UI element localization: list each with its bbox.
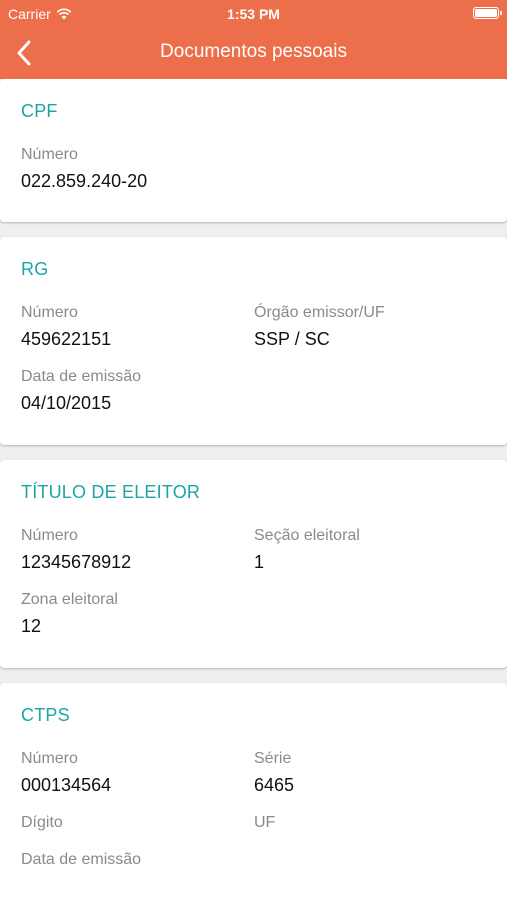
- ctps-number-value: 000134564: [21, 775, 112, 795]
- nav-bar: Documentos pessoais: [0, 28, 507, 79]
- rg-card: RG Número 459622151 Órgão emissor/UF SSP…: [0, 237, 507, 445]
- rg-issue-date-value: 04/10/2015: [21, 393, 112, 413]
- cpf-number-value: 022.859.240-20: [21, 171, 148, 191]
- ctps-uf-label: UF: [254, 814, 276, 831]
- voter-section-value: 1: [254, 552, 265, 572]
- voter-title-card: TÍTULO DE ELEITOR Número 12345678912 Seç…: [0, 460, 507, 668]
- voter-title-title: TÍTULO DE ELEITOR: [21, 482, 201, 502]
- rg-number-label: Número: [21, 304, 78, 321]
- ctps-number-label: Número: [21, 750, 78, 767]
- cpf-title: CPF: [21, 101, 58, 121]
- battery-icon: [473, 7, 502, 19]
- ctps-series-label: Série: [254, 750, 292, 767]
- ctps-card: CTPS Número 000134564 Série 6465 Dígito …: [0, 683, 507, 900]
- rg-issuer-label: Órgão emissor/UF: [254, 304, 385, 321]
- cpf-card: CPF Número 022.859.240-20: [0, 79, 507, 222]
- ctps-series-value: 6465: [254, 775, 295, 795]
- voter-zone-label: Zona eleitoral: [21, 591, 118, 608]
- page-title: Documentos pessoais: [160, 41, 347, 62]
- ctps-issue-date-label: Data de emissão: [21, 851, 142, 868]
- chevron-left-icon: [17, 40, 31, 66]
- voter-number-label: Número: [21, 527, 78, 544]
- voter-zone-value: 12: [21, 616, 42, 636]
- rg-issue-date-label: Data de emissão: [21, 368, 142, 385]
- ctps-digit-label: Dígito: [21, 814, 63, 831]
- status-bar: Carrier 1:53 PM: [0, 0, 507, 28]
- ctps-title: CTPS: [21, 705, 70, 725]
- back-button[interactable]: [6, 34, 42, 72]
- voter-section-label: Seção eleitoral: [254, 527, 360, 544]
- cpf-number-label: Número: [21, 146, 78, 163]
- documents-list[interactable]: CPF Número 022.859.240-20 RG Número 4596…: [0, 79, 507, 900]
- rg-number-value: 459622151: [21, 329, 112, 349]
- rg-issuer-value: SSP / SC: [254, 329, 330, 349]
- status-time: 1:53 PM: [227, 6, 280, 22]
- voter-number-value: 12345678912: [21, 552, 132, 572]
- rg-title: RG: [21, 259, 49, 279]
